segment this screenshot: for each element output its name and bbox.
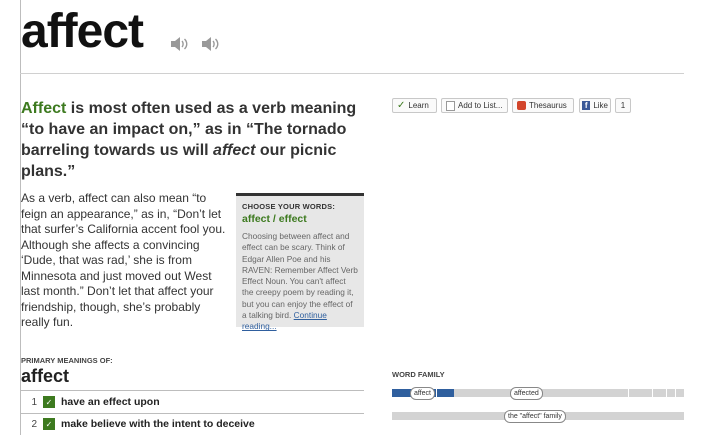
- meaning-number: 1: [31, 396, 37, 408]
- word-family-pill-affect[interactable]: affect: [410, 387, 435, 400]
- primary-divider-top: [21, 390, 364, 391]
- headword-title: affect: [21, 5, 144, 58]
- meaning-number: 2: [31, 418, 37, 430]
- primary-meanings-kicker: PRIMARY MEANINGS OF:: [21, 356, 113, 365]
- learn-label: Learn: [408, 101, 429, 110]
- add-list-icon: [446, 100, 455, 111]
- word-family-pill-affected[interactable]: affected: [510, 387, 543, 400]
- facebook-like-button[interactable]: f Like: [579, 98, 611, 113]
- bar-tick: [666, 389, 667, 397]
- choose-box-body: Choosing between affect and effect can b…: [242, 231, 358, 321]
- lead-highlight: Affect: [21, 100, 67, 117]
- bar-tick: [436, 389, 437, 397]
- check-icon: ✓: [43, 396, 55, 408]
- checkmark-icon: ✓: [397, 100, 406, 111]
- bar-tick: [675, 389, 676, 397]
- meaning-text: have an effect upon: [61, 396, 160, 408]
- speaker-icon-uk[interactable]: [201, 36, 221, 52]
- like-label: Like: [593, 101, 608, 110]
- body-paragraph: As a verb, affect can also mean “to feig…: [21, 191, 226, 329]
- choose-box-title: affect / effect: [242, 213, 307, 225]
- bar-tick: [652, 389, 653, 397]
- check-icon: ✓: [43, 418, 55, 430]
- primary-meanings-word: affect: [21, 366, 70, 386]
- meaning-row-1[interactable]: 1 ✓ have an effect upon: [21, 392, 364, 412]
- choose-box-kicker: CHOOSE YOUR WORDS:: [242, 202, 336, 211]
- thesaurus-button[interactable]: Thesaurus: [512, 98, 574, 113]
- thesaurus-label: Thesaurus: [529, 101, 567, 110]
- meaning-text: make believe with the intent to deceive: [61, 418, 255, 430]
- header-divider: [20, 73, 684, 74]
- add-to-list-label: Add to List...: [458, 101, 503, 110]
- lead-paragraph: Affect is most often used as a verb mean…: [21, 98, 361, 182]
- learn-button[interactable]: ✓ Learn: [392, 98, 437, 113]
- meaning-row-2[interactable]: 2 ✓ make believe with the intent to dece…: [21, 414, 364, 434]
- add-to-list-button[interactable]: Add to List...: [441, 98, 508, 113]
- lead-italic: affect: [213, 142, 256, 159]
- word-family-pill-family[interactable]: the "affect" family: [504, 410, 566, 423]
- facebook-icon: f: [582, 101, 591, 110]
- like-count: 1: [615, 98, 631, 113]
- thesaurus-icon: [517, 101, 526, 110]
- choose-box-text: Choosing between affect and effect can b…: [242, 231, 358, 333]
- bar-tick: [628, 389, 629, 397]
- speaker-icon-us[interactable]: [170, 36, 190, 52]
- choose-your-words-box: CHOOSE YOUR WORDS: affect / effect Choos…: [236, 193, 364, 331]
- word-family-label: WORD FAMILY: [392, 370, 445, 379]
